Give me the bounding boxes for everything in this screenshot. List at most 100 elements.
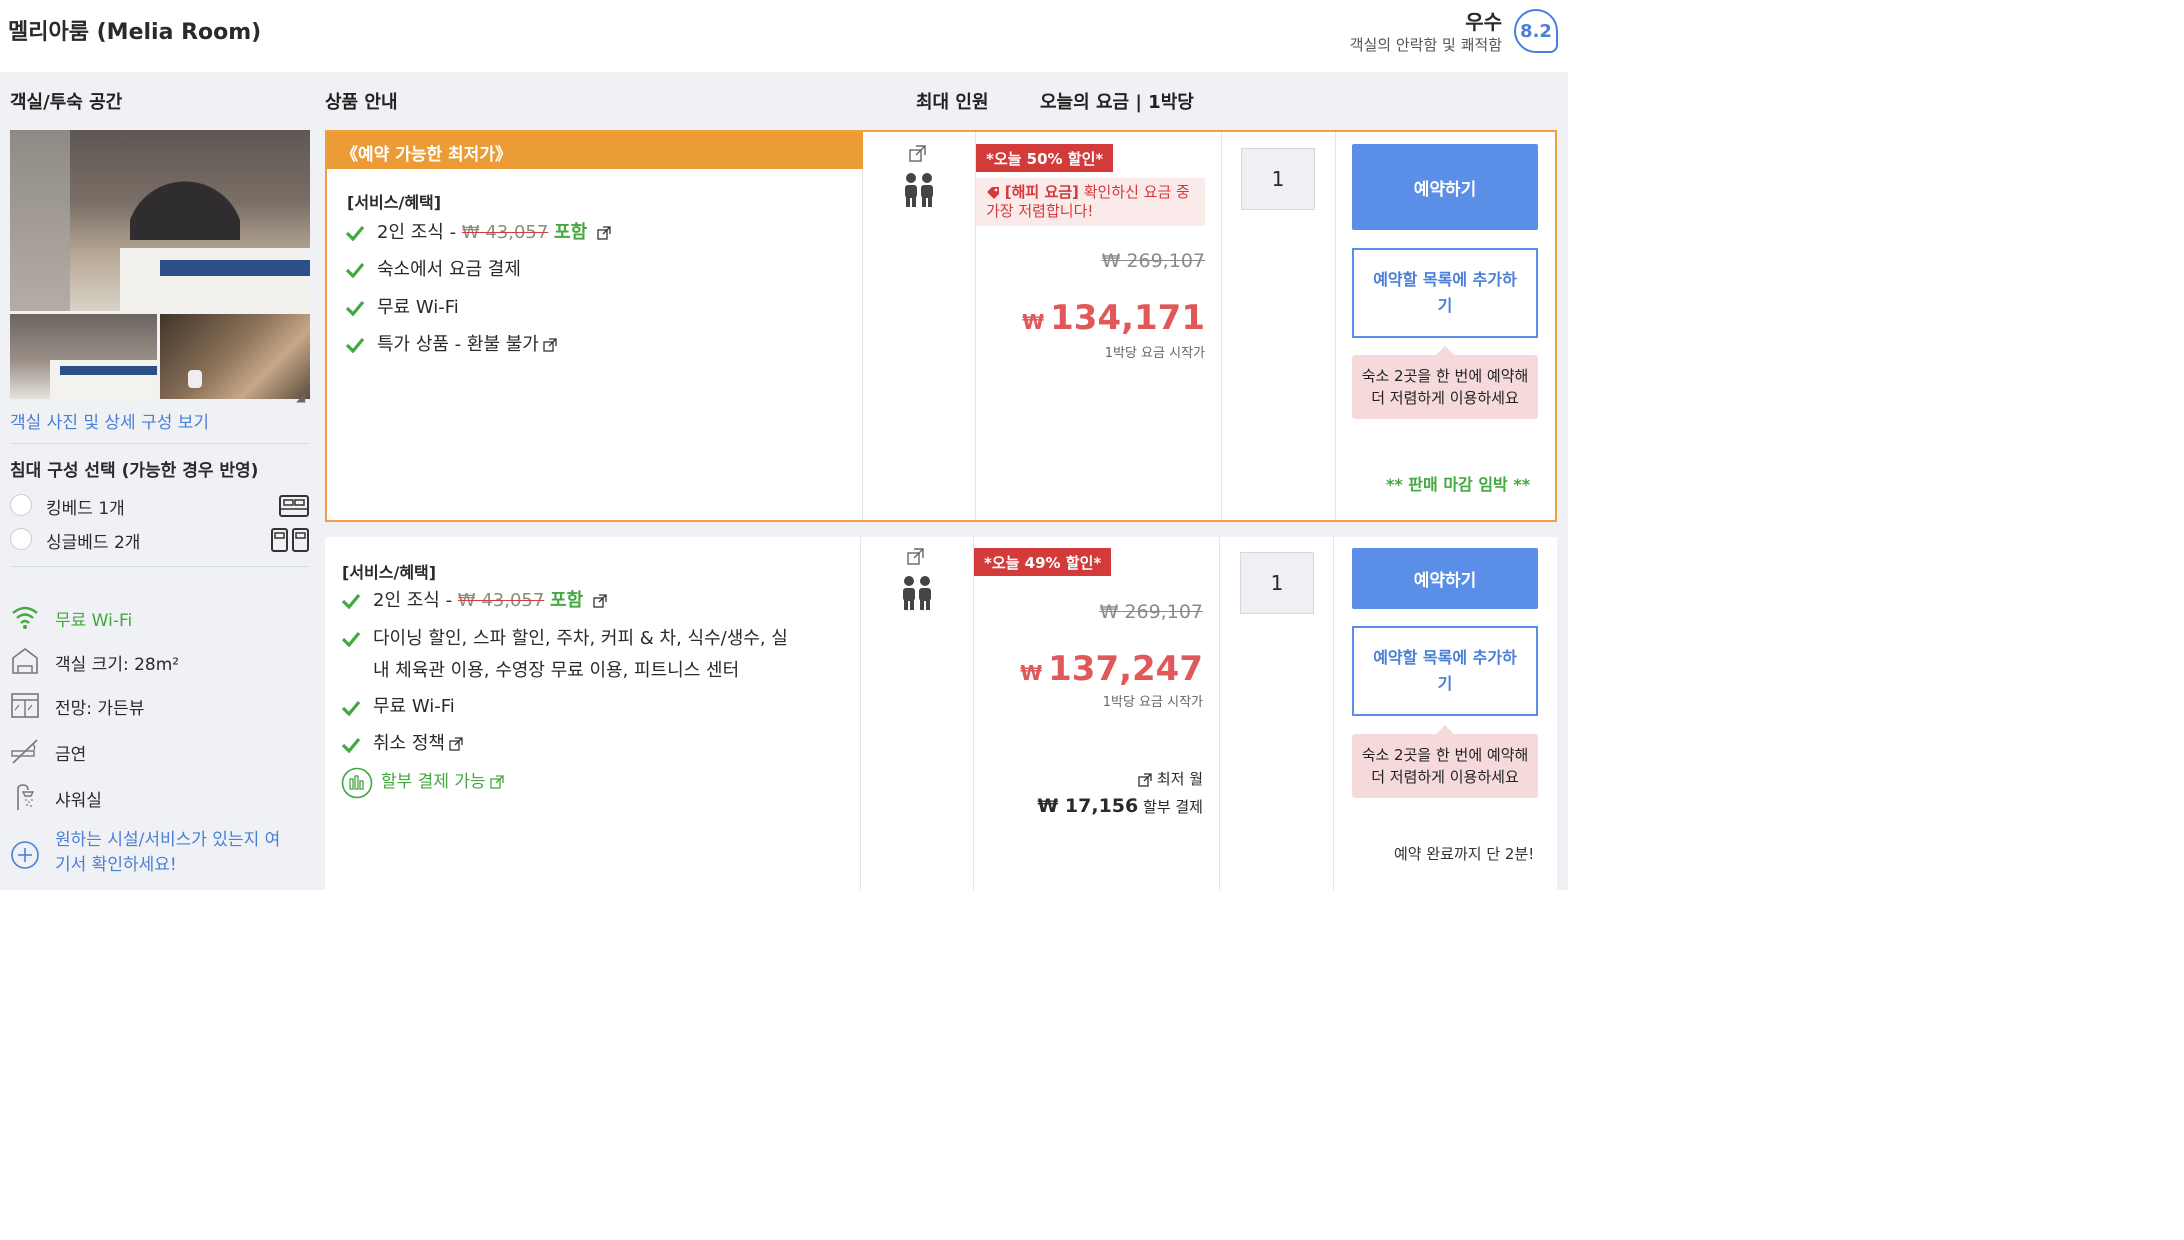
check-icon: [345, 300, 365, 317]
per-night-note: 1박당 요금 시작가: [1102, 695, 1203, 710]
price-amount: 134,171: [1050, 298, 1205, 338]
service-item: 숙소에서 요금 결제: [377, 259, 521, 280]
amenity-label: 무료 Wi-Fi: [55, 611, 133, 631]
room-photo-thumbnail[interactable]: [10, 314, 157, 399]
dining-line: 내 체육관 이용, 수영장 무료 이용, 피트니스 센터: [373, 660, 740, 681]
resize-handle-icon: ◢: [296, 390, 306, 404]
room-quantity-select[interactable]: 1: [1240, 552, 1314, 614]
bed-option-king[interactable]: 킹베드 1개: [10, 492, 310, 520]
bathroom-photo-thumbnail[interactable]: [160, 314, 310, 399]
room-info-panel: ◢ 객실 사진 및 상세 구성 보기 침대 구성 선택 (가능한 경우 반영) …: [0, 120, 318, 890]
amenity-non-smoking: 금연: [10, 736, 310, 768]
check-icon: [341, 737, 361, 754]
room-size-icon: [12, 648, 38, 674]
room-quantity-select[interactable]: 1: [1241, 148, 1315, 210]
add-to-list-button[interactable]: 예약할 목록에 추가하기: [1352, 248, 1538, 338]
discounted-price: ₩137,247: [1020, 649, 1203, 689]
column-header-max-guests: 최대 인원: [916, 92, 989, 113]
installment-link[interactable]: 할부 결제 가능: [381, 767, 504, 797]
rate-offer: [서비스/혜택] 2인 조식 - ₩ 43,057 포함 다이닝 할인, 스파 …: [325, 537, 1557, 890]
amenity-label: 금연: [55, 745, 87, 765]
book-button[interactable]: 예약하기: [1352, 144, 1538, 230]
add-to-list-button[interactable]: 예약할 목록에 추가하기: [1352, 626, 1538, 716]
check-icon: [345, 337, 365, 354]
room-main-photo[interactable]: [10, 130, 310, 311]
offer-price-column: *오늘 49% 할인* ₩ 269,107 ₩137,247 1박당 요금 시작…: [974, 537, 1220, 890]
installment-label: 할부 결제 가능: [381, 772, 486, 792]
external-link-icon[interactable]: [906, 547, 926, 567]
radio-button[interactable]: [10, 528, 32, 550]
request-link-line: 기서 확인하세요!: [55, 855, 177, 875]
score-badge: 8.2: [1514, 9, 1558, 53]
rate-offer: 《예약 가능한 최저가》 [서비스/혜택] 2인 조식 - ₩ 43,057 포…: [325, 130, 1557, 522]
original-price: ₩ 269,107: [1101, 250, 1205, 272]
best-price-banner: 《예약 가능한 최저가》: [327, 132, 863, 169]
per-night-note: 1박당 요금 시작가: [1104, 346, 1205, 361]
cancellation-policy-label: 취소 정책: [373, 733, 445, 754]
multi-booking-tip: 숙소 2곳을 한 번에 예약해 더 저렴하게 이용하세요: [1352, 725, 1538, 798]
external-link-icon[interactable]: [543, 338, 557, 352]
bed-option-twin[interactable]: 싱글베드 2개: [10, 526, 310, 554]
external-link-icon[interactable]: [597, 226, 611, 240]
happy-rate-note: [해피 요금] 확인하신 요금 중 가장 저렴합니다!: [976, 178, 1205, 226]
breakfast-label: 2인 조식 -: [377, 222, 462, 243]
score-word: 우수: [1465, 10, 1502, 34]
shower-icon: [17, 784, 35, 810]
external-link-icon[interactable]: [490, 775, 504, 789]
guests-icon: [905, 173, 933, 207]
radio-button[interactable]: [10, 494, 32, 516]
column-header-price: 오늘의 요금 | 1박당: [1040, 92, 1194, 113]
amenity-room-size: 객실 크기: 28m²: [10, 646, 310, 678]
cancellation-policy[interactable]: 취소 정책: [373, 729, 463, 759]
amenity-shower: 샤워실: [10, 782, 310, 814]
bed-selection-title: 침대 구성 선택 (가능한 경우 반영): [10, 461, 259, 481]
amenity-request-link[interactable]: 원하는 시설/서비스가 있는지 여 기서 확인하세요!: [10, 828, 310, 882]
amenity-label: 전망: 가든뷰: [55, 699, 145, 719]
dining-line: 다이닝 할인, 스파 할인, 주차, 커피 & 차, 식수/생수, 실: [373, 628, 788, 649]
external-link-icon[interactable]: [908, 144, 928, 164]
service-item: 무료 Wi-Fi: [377, 297, 459, 318]
sold-out-soon-note: ** 판매 마감 임박 **: [1386, 475, 1531, 494]
external-link-icon[interactable]: [449, 737, 463, 751]
price-amount: 137,247: [1048, 649, 1203, 689]
offer-benefits-column: [서비스/혜택] 2인 조식 - ₩ 43,057 포함 다이닝 할인, 스파 …: [325, 537, 861, 890]
plus-circle-icon: [11, 841, 39, 869]
check-icon: [341, 631, 361, 648]
installment-icon: [341, 767, 373, 799]
services-title: [서비스/혜택]: [347, 193, 442, 212]
breakfast-original-price: ₩ 43,057: [457, 590, 545, 611]
request-link-text[interactable]: 원하는 시설/서비스가 있는지 여 기서 확인하세요!: [55, 828, 280, 878]
discounted-price: ₩134,171: [1022, 298, 1205, 338]
breakfast-original-price: ₩ 43,057: [461, 222, 549, 243]
external-link-icon[interactable]: [1138, 772, 1152, 787]
room-photos-link[interactable]: 객실 사진 및 상세 구성 보기: [10, 408, 209, 433]
offer-quantity-column: 1: [1220, 537, 1334, 890]
amenity-view: 전망: 가든뷰: [10, 690, 310, 722]
services-title: [서비스/혜택]: [342, 563, 437, 582]
no-smoking-icon: [11, 739, 38, 764]
view-icon: [11, 693, 39, 718]
happy-rate-label: [해피 요금]: [1004, 183, 1079, 201]
monthly-amount: ₩ 17,156: [1037, 795, 1139, 817]
service-item-refund: 특가 상품 - 환불 불가: [377, 330, 557, 360]
included-label: 포함: [554, 222, 588, 243]
breakfast-benefit: 2인 조식 - ₩ 43,057 포함: [377, 218, 611, 248]
monthly-installment-amount: ₩ 17,156 할부 결제: [1037, 795, 1203, 817]
divider: [10, 566, 310, 567]
offer-benefits-column: 《예약 가능한 최저가》 [서비스/혜택] 2인 조식 - ₩ 43,057 포…: [327, 132, 863, 520]
offer-action-column: 예약하기 예약할 목록에 추가하기 숙소 2곳을 한 번에 예약해 더 저렴하게…: [1334, 537, 1557, 890]
book-button[interactable]: 예약하기: [1352, 548, 1538, 609]
breakfast-label: 2인 조식 -: [373, 590, 458, 611]
monthly-suffix: 할부 결제: [1138, 798, 1203, 816]
request-link-line: 원하는 시설/서비스가 있는지 여: [55, 830, 281, 850]
monthly-installment-label[interactable]: 최저 월: [1138, 768, 1203, 789]
bed-option-label: 킹베드 1개: [46, 499, 125, 519]
offer-guests-column: [863, 132, 976, 520]
king-bed-icon: [279, 495, 309, 517]
amenity-label: 객실 크기: 28m²: [55, 655, 180, 675]
breakfast-benefit: 2인 조식 - ₩ 43,057 포함: [373, 586, 607, 616]
multi-booking-tip: 숙소 2곳을 한 번에 예약해 더 저렴하게 이용하세요: [1352, 346, 1538, 419]
offer-action-column: 예약하기 예약할 목록에 추가하기 숙소 2곳을 한 번에 예약해 더 저렴하게…: [1336, 132, 1555, 520]
offer-quantity-column: 1: [1222, 132, 1336, 520]
external-link-icon[interactable]: [593, 594, 607, 608]
